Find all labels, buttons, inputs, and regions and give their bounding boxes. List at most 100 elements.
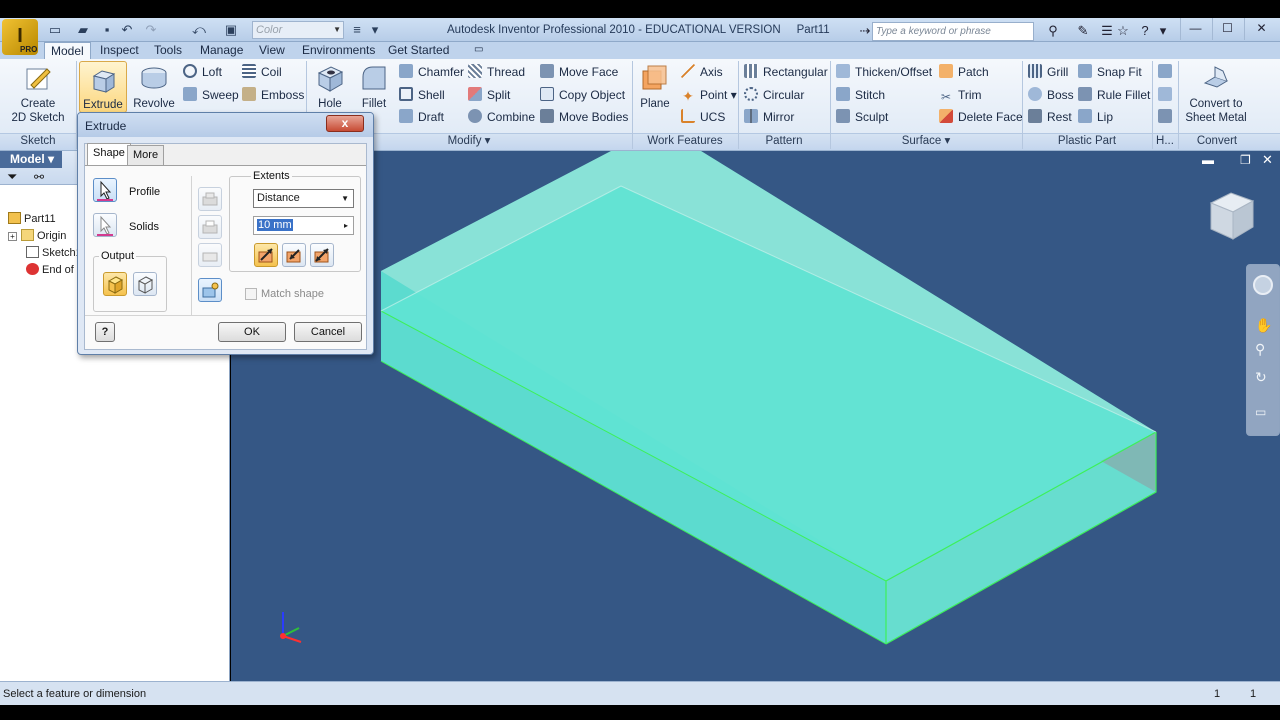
intersect-button[interactable] (198, 243, 222, 267)
save-icon[interactable]: ▪ (98, 21, 116, 39)
rest-button[interactable]: Rest (1028, 108, 1072, 126)
tab-model[interactable]: Model (44, 42, 91, 59)
output-surface-button[interactable] (133, 272, 157, 296)
tab-environments[interactable]: Environments (302, 42, 375, 59)
undo-icon[interactable]: ↶ (118, 21, 136, 39)
direction-1-button[interactable] (254, 243, 278, 267)
dialog-close-button[interactable]: x (326, 115, 364, 132)
viewport-restore-icon[interactable]: ❐ (1240, 153, 1251, 167)
tree-item-origin[interactable]: + Origin (8, 228, 66, 244)
color-combo[interactable]: Color ▼ (252, 21, 344, 39)
distance-menu-arrow-icon[interactable]: ▸ (344, 217, 348, 234)
split-button[interactable]: Split (468, 86, 510, 104)
expand-icon[interactable]: + (8, 232, 17, 241)
redo-icon[interactable]: ↷ (142, 21, 160, 39)
fillet-button[interactable]: Fillet (354, 63, 394, 111)
select-icon[interactable]: ▣ (222, 21, 240, 39)
find-icon[interactable]: ⚯ (34, 170, 50, 184)
new-solid-button[interactable] (198, 278, 222, 302)
copy-object-button[interactable]: Copy Object (540, 86, 625, 104)
axis-button[interactable]: Axis (681, 63, 723, 81)
hole-button[interactable]: Hole (310, 63, 350, 111)
mirror-button[interactable]: Mirror (744, 108, 794, 126)
extents-type-select[interactable]: Distance ▼ (253, 189, 354, 208)
return-icon[interactable]: ⤺ (190, 21, 208, 39)
graphics-viewport[interactable]: ▬ ❐ ✕ ✋ ⚲ ↻ ▭ (231, 151, 1280, 681)
emboss-button[interactable]: Emboss (242, 86, 304, 104)
parameters-icon[interactable]: ≡ (348, 21, 366, 39)
thicken-offset-button[interactable]: Thicken/Offset (836, 63, 932, 81)
dialog-title-bar[interactable]: Extrude x (78, 113, 373, 137)
subscription-icon[interactable]: ✎ (1074, 22, 1092, 40)
profile-select-button[interactable] (93, 178, 117, 202)
help-icon[interactable]: ? (1136, 22, 1154, 40)
close-window-button[interactable]: ✕ (1244, 18, 1278, 40)
tab-manage[interactable]: Manage (200, 42, 243, 59)
cut-button[interactable] (198, 215, 222, 239)
sweep-button[interactable]: Sweep (183, 86, 239, 104)
tab-shape[interactable]: Shape (87, 143, 131, 165)
symmetric-button[interactable] (310, 243, 334, 267)
point-button[interactable]: ✦ Point ▾ (681, 86, 737, 104)
patch-button[interactable]: Patch (939, 63, 989, 81)
delete-face-button[interactable]: Delete Face (939, 108, 1023, 126)
sculpt-button[interactable]: Sculpt (836, 108, 888, 126)
circular-pattern-button[interactable]: Circular (744, 86, 804, 104)
binoculars-icon[interactable]: ⚲ (1044, 22, 1062, 40)
viewcube-icon[interactable] (1201, 185, 1261, 247)
output-solid-button[interactable] (103, 272, 127, 296)
cancel-button[interactable]: Cancel (294, 322, 362, 342)
qat-menu-icon[interactable]: ▾ (366, 21, 384, 39)
draft-button[interactable]: Draft (399, 108, 444, 126)
join-button[interactable] (198, 187, 222, 211)
rectangular-pattern-button[interactable]: Rectangular (744, 63, 828, 81)
tab-get-started[interactable]: Get Started (388, 42, 449, 59)
match-shape-checkbox[interactable] (245, 288, 257, 300)
orbit-icon[interactable]: ↻ (1255, 369, 1267, 386)
tree-item-part[interactable]: Part11 (8, 211, 56, 227)
ribbon-minimize-icon[interactable]: ▭ (474, 42, 483, 59)
extrude-button[interactable]: Extrude (79, 61, 127, 113)
panel-surface-label[interactable]: Surface ▾ (830, 134, 1022, 149)
boss-button[interactable]: Boss (1028, 86, 1074, 104)
viewport-minimize-icon[interactable]: ▬ (1202, 153, 1214, 167)
chamfer-button[interactable]: Chamfer (399, 63, 464, 81)
dialog-help-button[interactable]: ? (95, 322, 115, 342)
snap-fit-button[interactable]: Snap Fit (1078, 63, 1142, 81)
move-bodies-button[interactable]: Move Bodies (540, 108, 628, 126)
harness-tool-1[interactable] (1158, 63, 1177, 81)
browser-title[interactable]: Model ▾ (0, 151, 62, 168)
tree-item-sketch[interactable]: Sketch1 (26, 245, 82, 261)
rule-fillet-button[interactable]: Rule Fillet (1078, 86, 1150, 104)
help-menu-icon[interactable]: ▾ (1154, 22, 1172, 40)
maximize-button[interactable]: ☐ (1212, 18, 1242, 40)
pan-icon[interactable]: ✋ (1255, 317, 1272, 334)
solids-select-button[interactable] (93, 213, 117, 237)
viewport-close-icon[interactable]: ✕ (1262, 152, 1273, 168)
filter-icon[interactable]: ⏷ (7, 170, 21, 184)
minimize-button[interactable]: — (1180, 18, 1210, 40)
tab-more[interactable]: More (127, 145, 165, 165)
move-face-button[interactable]: Move Face (540, 63, 618, 81)
direction-2-button[interactable] (282, 243, 306, 267)
zoom-icon[interactable]: ⚲ (1255, 341, 1265, 358)
convert-to-sheet-metal-button[interactable]: Convert to Sheet Metal (1184, 63, 1248, 125)
coil-button[interactable]: Coil (242, 63, 282, 81)
create-2d-sketch-button[interactable]: Create 2D Sketch (10, 63, 66, 125)
harness-tool-3[interactable] (1158, 108, 1177, 126)
new-file-icon[interactable]: ▭ (46, 21, 64, 39)
tab-tools[interactable]: Tools (154, 42, 182, 59)
tab-view[interactable]: View (259, 42, 285, 59)
tab-inspect[interactable]: Inspect (100, 42, 139, 59)
stitch-button[interactable]: Stitch (836, 86, 885, 104)
shell-button[interactable]: Shell (399, 86, 445, 104)
grill-button[interactable]: Grill (1028, 63, 1068, 81)
lip-button[interactable]: Lip (1078, 108, 1113, 126)
trim-button[interactable]: ✂ Trim (939, 86, 982, 104)
revolve-button[interactable]: Revolve (131, 63, 177, 111)
app-logo[interactable]: I PRO (2, 19, 38, 55)
combine-button[interactable]: Combine (468, 108, 535, 126)
favorites-icon[interactable]: ☆ (1114, 22, 1132, 40)
loft-button[interactable]: Loft (183, 63, 222, 81)
search-input[interactable]: Type a keyword or phrase (872, 22, 1034, 41)
